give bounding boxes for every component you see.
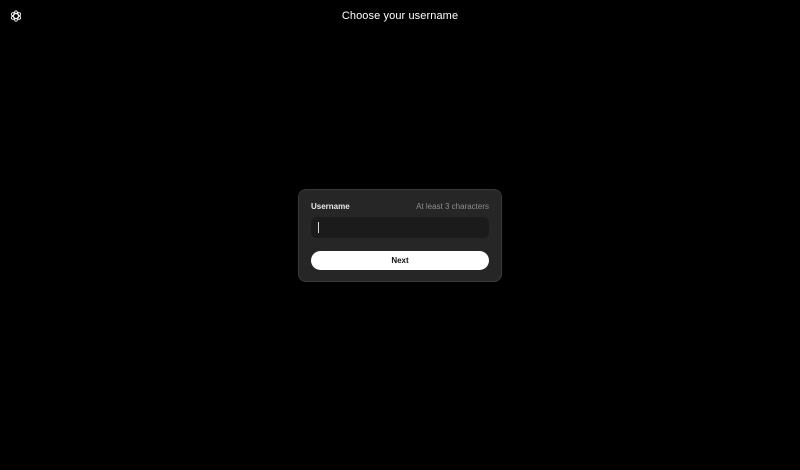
next-button[interactable]: Next	[311, 251, 489, 270]
username-input[interactable]	[311, 217, 489, 238]
text-caret	[318, 222, 319, 233]
username-label: Username	[311, 202, 350, 211]
page-title: Choose your username	[341, 10, 459, 22]
username-hint: At least 3 characters	[416, 202, 489, 211]
username-card: Username At least 3 characters Next	[298, 189, 502, 282]
page: Choose your username Username At least 3…	[0, 0, 800, 470]
username-input-wrapper[interactable]	[311, 217, 489, 238]
